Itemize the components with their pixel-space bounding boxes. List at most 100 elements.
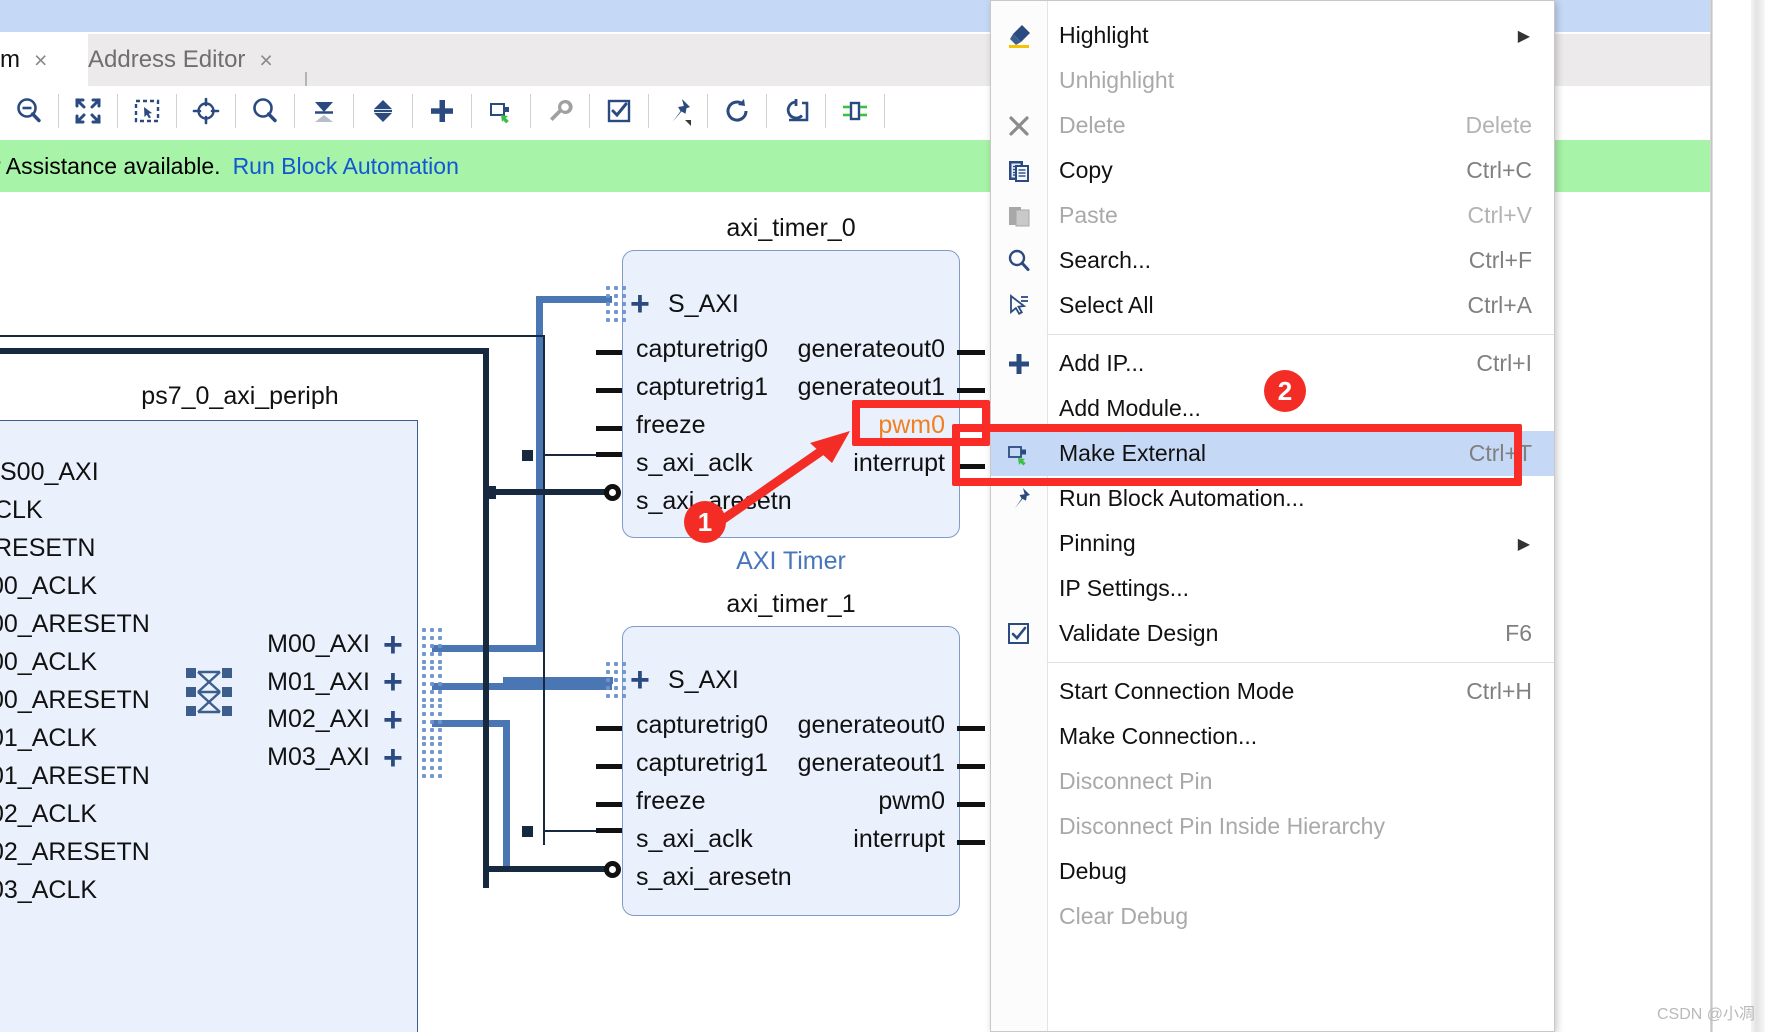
run-block-automation-link[interactable]: Run Block Automation xyxy=(233,153,459,180)
pin-bubble-t1-aresetn xyxy=(604,861,621,878)
pin-t1-freeze[interactable]: freeze xyxy=(636,787,705,816)
pin-stub-t1-aclk xyxy=(596,828,622,833)
pin-m02-axi[interactable]: M02_AXI xyxy=(180,705,370,734)
wire-aresetn-main-v xyxy=(483,348,489,888)
highlight-icon xyxy=(991,23,1047,49)
pin-t1-s-axi[interactable]: S_AXI xyxy=(668,666,739,695)
fit-selection-icon[interactable] xyxy=(177,86,235,136)
pin-m02-aclk[interactable]: 02_ACLK xyxy=(0,800,97,829)
expand-t0-saxi-icon[interactable]: + xyxy=(630,287,650,321)
collapse-all-icon[interactable] xyxy=(295,86,353,136)
menu-item-make-connection[interactable]: Make Connection... xyxy=(991,714,1554,759)
zoom-area-icon[interactable] xyxy=(118,86,176,136)
wire-bus-m01 xyxy=(432,683,612,690)
pin-m00-aclk-2[interactable]: 00_ACLK xyxy=(0,648,97,677)
wire-bus-m02-h xyxy=(432,720,510,727)
menu-item-copy[interactable]: Copy Ctrl+C xyxy=(991,148,1554,193)
tab-block-diagram[interactable]: m × xyxy=(0,34,88,86)
menu-item-label: Copy xyxy=(1059,157,1113,183)
settings-wrench-icon[interactable] xyxy=(531,86,589,136)
pin-m00-axi[interactable]: M00_AXI xyxy=(180,630,370,659)
menu-item-validate-design[interactable]: Validate Design F6 xyxy=(991,611,1554,656)
wire-bus-saxi0 xyxy=(536,296,612,303)
close-icon[interactable]: × xyxy=(34,48,47,72)
close-icon[interactable]: × xyxy=(259,48,272,72)
add-ip-icon[interactable] xyxy=(413,86,471,136)
menu-item-search[interactable]: Search... Ctrl+F xyxy=(991,238,1554,283)
pin-clk[interactable]: CLK xyxy=(0,496,43,525)
menu-item-label: Pinning xyxy=(1059,530,1136,556)
menu-item-paste: Paste Ctrl+V xyxy=(991,193,1554,238)
pin-s00-axi[interactable]: S00_AXI xyxy=(0,458,99,487)
pin-t0-generateout1[interactable]: generateout1 xyxy=(700,373,945,402)
pin-t0-s-axi[interactable]: S_AXI xyxy=(668,290,739,319)
menu-item-highlight[interactable]: Highlight ▶ xyxy=(991,13,1554,58)
menu-item-pinning[interactable]: Pinning ▶ xyxy=(991,521,1554,566)
menu-item-label: Clear Debug xyxy=(1059,903,1189,929)
expand-m01-axi-icon[interactable]: + xyxy=(383,665,403,699)
banner-message: signer Assistance available. xyxy=(0,152,221,179)
context-menu-separator xyxy=(1047,334,1554,335)
search-icon[interactable] xyxy=(236,86,294,136)
menu-item-label: Add IP... xyxy=(1059,350,1145,376)
validate-icon xyxy=(991,621,1047,647)
pin-icon[interactable] xyxy=(649,86,707,136)
menu-item-label: Validate Design xyxy=(1059,620,1219,646)
pin-stub-t1-pwm0 xyxy=(957,802,985,807)
pin-m00-aclk[interactable]: 00_ACLK xyxy=(0,572,97,601)
wire-aresetn-main-h xyxy=(0,348,489,354)
pin-t1-generateout1[interactable]: generateout1 xyxy=(700,749,945,778)
pin-m02-aresetn[interactable]: 02_ARESETN xyxy=(0,838,150,867)
hierarchy-icon[interactable] xyxy=(826,86,884,136)
pin-stub-t1-freeze xyxy=(596,802,622,807)
pin-t1-s-axi-aresetn[interactable]: s_axi_aresetn xyxy=(636,863,792,892)
tab-address-editor[interactable]: Address Editor × xyxy=(88,34,308,86)
pin-m03-axi[interactable]: M03_AXI xyxy=(180,743,370,772)
menu-item-label: Make Connection... xyxy=(1059,723,1258,749)
pin-m03-aclk[interactable]: 03_ACLK xyxy=(0,876,97,905)
regenerate-layout-icon[interactable] xyxy=(708,86,766,136)
pin-m01-axi[interactable]: M01_AXI xyxy=(180,668,370,697)
pin-t1-interrupt[interactable]: interrupt xyxy=(700,825,945,854)
menu-item-ip-settings[interactable]: IP Settings... xyxy=(991,566,1554,611)
pin-t0-generateout0[interactable]: generateout0 xyxy=(700,335,945,364)
copy-icon xyxy=(991,158,1047,184)
make-external-icon[interactable] xyxy=(472,86,530,136)
wire-junction-aclk-t1 xyxy=(522,826,533,837)
menu-item-debug[interactable]: Debug xyxy=(991,849,1554,894)
pin-stub-t0-freeze xyxy=(596,426,622,431)
validate-design-icon[interactable] xyxy=(590,86,648,136)
expand-m03-axi-icon[interactable]: + xyxy=(383,741,403,775)
expand-t1-saxi-icon[interactable]: + xyxy=(630,663,650,697)
expand-m02-axi-icon[interactable]: + xyxy=(383,703,403,737)
zoom-fit-icon[interactable] xyxy=(59,86,117,136)
pin-t1-generateout0[interactable]: generateout0 xyxy=(700,711,945,740)
pin-stub-t1-capturetrig0 xyxy=(596,726,622,731)
add-plus-icon xyxy=(991,351,1047,377)
pin-m01-aresetn[interactable]: 01_ARESETN xyxy=(0,762,150,791)
wire-bus-saxi0-v xyxy=(536,296,543,652)
context-menu[interactable]: Highlight ▶ Unhighlight Delete Delete Copy Ctr… xyxy=(990,0,1555,1032)
menu-item-disconnect-pin-inside-hierarchy: Disconnect Pin Inside Hierarchy xyxy=(991,804,1554,849)
menu-item-shortcut: Ctrl+A xyxy=(1467,292,1532,318)
zoom-out-icon[interactable] xyxy=(0,86,58,136)
menu-item-shortcut: Ctrl+V xyxy=(1467,202,1532,228)
delete-x-icon xyxy=(991,113,1047,139)
window-scrollbar[interactable] xyxy=(1751,0,1765,1032)
menu-item-shortcut: F6 xyxy=(1505,620,1532,646)
expand-m00-axi-icon[interactable]: + xyxy=(383,628,403,662)
pin-m00-aresetn-2[interactable]: 00_ARESETN xyxy=(0,686,150,715)
pin-resetn[interactable]: RESETN xyxy=(0,534,95,563)
pin-t1-pwm0[interactable]: pwm0 xyxy=(700,787,945,816)
pin-m00-aresetn[interactable]: 00_ARESETN xyxy=(0,610,150,639)
menu-item-start-connection-mode[interactable]: Start Connection Mode Ctrl+H xyxy=(991,669,1554,714)
optimize-routing-icon[interactable] xyxy=(767,86,825,136)
menu-item-select-all[interactable]: Select All Ctrl+A xyxy=(991,283,1554,328)
context-menu-separator xyxy=(1047,662,1554,663)
menu-item-shortcut: Ctrl+I xyxy=(1476,350,1532,376)
expand-all-icon[interactable] xyxy=(354,86,412,136)
pin-m01-aclk[interactable]: 01_ACLK xyxy=(0,724,97,753)
panel-scroll-track[interactable] xyxy=(1710,0,1713,1032)
annotation-box-make-external xyxy=(952,424,1522,486)
menu-item-shortcut: Ctrl+C xyxy=(1466,157,1532,183)
